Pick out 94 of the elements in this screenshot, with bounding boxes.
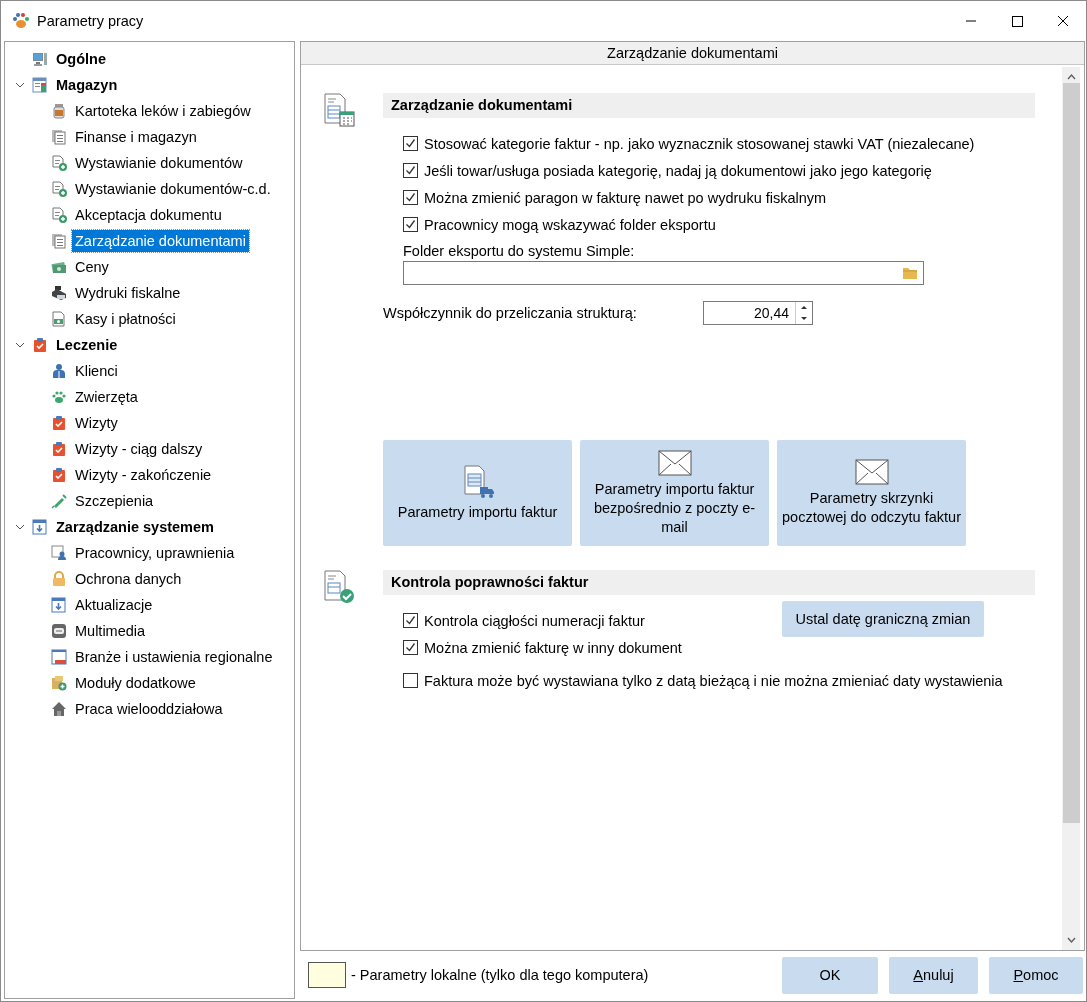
field-label: Folder eksportu do systemu Simple: bbox=[403, 242, 635, 260]
box-plus-icon bbox=[51, 675, 67, 691]
lock-icon bbox=[51, 571, 67, 587]
dialog-button[interactable]: OK bbox=[782, 956, 878, 994]
envelope-icon bbox=[854, 459, 889, 485]
color-swatch bbox=[308, 962, 346, 988]
monitor-icon bbox=[32, 51, 48, 67]
chevron-down-icon[interactable] bbox=[15, 522, 25, 532]
user-card-icon bbox=[51, 545, 67, 561]
document-plus-icon bbox=[51, 181, 67, 197]
tree-item[interactable]: Wizyty - ciąg dalszy bbox=[72, 438, 206, 460]
document-check-icon bbox=[323, 570, 355, 604]
checkbox-label: Można zmienić fakturę w inny dokument bbox=[424, 639, 682, 656]
chevron-down-icon[interactable] bbox=[15, 80, 25, 90]
document-plus-icon bbox=[51, 207, 67, 223]
checkbox-label: Jeśli towar/usługa posiada kategorię, nadaj ją dokumentowi jako jego kategorię bbox=[424, 162, 932, 179]
download-icon bbox=[51, 597, 67, 613]
printer-icon bbox=[51, 285, 67, 301]
checkbox[interactable] bbox=[403, 163, 418, 178]
scroll-down-icon[interactable] bbox=[1066, 936, 1076, 945]
scrollbar[interactable] bbox=[1062, 67, 1080, 950]
checkbox-label: Pracownicy mogą wskazywać folder eksportu bbox=[424, 216, 716, 233]
tree-item[interactable]: Klienci bbox=[72, 360, 121, 382]
tree-item[interactable]: Wizyty - zakończenie bbox=[72, 464, 215, 486]
checkbox[interactable] bbox=[403, 190, 418, 205]
tree-item[interactable]: Ceny bbox=[72, 256, 112, 278]
tree-item[interactable]: Aktualizacje bbox=[72, 594, 156, 616]
clipboard-icon bbox=[51, 467, 67, 483]
chevron-down-icon[interactable] bbox=[15, 340, 25, 350]
tree-item[interactable]: Branże i ustawienia regionalne bbox=[72, 646, 276, 668]
checkbox-label: Kontrola ciągłości numeracji faktur bbox=[424, 612, 645, 629]
tree-item[interactable]: Leczenie bbox=[53, 334, 121, 356]
tree-item[interactable]: Szczepienia bbox=[72, 490, 157, 512]
clipboard-icon bbox=[32, 337, 48, 353]
tree-item[interactable]: Akceptacja dokumentu bbox=[72, 204, 225, 226]
house-icon bbox=[51, 701, 67, 717]
tree-item[interactable]: Wystawianie dokumentów-c.d. bbox=[72, 178, 274, 200]
checkbox[interactable] bbox=[403, 640, 418, 655]
document-icon bbox=[51, 129, 67, 145]
window-icon bbox=[51, 649, 67, 665]
banknotes-icon bbox=[51, 259, 67, 275]
tree-item[interactable]: Finanse i magazyn bbox=[72, 126, 200, 148]
checkbox[interactable] bbox=[403, 217, 418, 232]
document-table-icon bbox=[323, 93, 355, 127]
document-plus-icon bbox=[51, 155, 67, 171]
tree-item[interactable]: Praca wielooddziałowa bbox=[72, 698, 226, 720]
tree-item[interactable]: Multimedia bbox=[72, 620, 149, 642]
legend-text: - Parametry lokalne (tylko dla tego komputera) bbox=[351, 967, 649, 983]
tree-item[interactable]: Ogólne bbox=[53, 48, 109, 70]
dialog-button[interactable]: Anuluj bbox=[889, 956, 978, 994]
field-label: Współczynnik do przeliczania strukturą: bbox=[383, 305, 638, 321]
media-icon bbox=[51, 623, 67, 639]
checkbox-label: Faktura może być wystawiana tylko z datą bieżącą i nie można zmieniać daty wystawienia bbox=[424, 672, 1003, 689]
tree-item[interactable]: Kartoteka leków i zabiegów bbox=[72, 100, 254, 122]
form-icon bbox=[32, 77, 48, 93]
envelope-icon bbox=[657, 449, 692, 476]
input-field[interactable] bbox=[403, 261, 924, 285]
scroll-up-icon[interactable] bbox=[1066, 72, 1076, 81]
download-icon bbox=[32, 519, 48, 535]
tree-item[interactable]: Wydruki fiskalne bbox=[72, 282, 184, 304]
tree-item[interactable]: Zarządzanie dokumentami bbox=[72, 230, 249, 252]
number-field[interactable]: 20,44 bbox=[703, 301, 813, 325]
section-header: Zarządzanie dokumentami bbox=[383, 93, 1035, 118]
set-date-button[interactable]: Ustal datę graniczną zmian bbox=[782, 601, 984, 637]
paw-icon bbox=[51, 389, 67, 405]
checkbox[interactable] bbox=[403, 613, 418, 628]
checkbox[interactable] bbox=[403, 673, 418, 688]
tree-item[interactable]: Zarządzanie systemem bbox=[53, 516, 217, 538]
checkbox-label: Stosować kategorie faktur - np. jako wyznacznik stosowanej stawki VAT (niezalecane) bbox=[424, 135, 975, 152]
tile-button[interactable]: Parametry importu faktur bbox=[383, 440, 572, 546]
window-title: Parametry pracy bbox=[37, 13, 144, 29]
banknote-icon bbox=[51, 311, 67, 327]
tree-item[interactable]: Wystawianie dokumentów bbox=[72, 152, 246, 174]
paw-icon bbox=[11, 12, 29, 30]
section-header: Kontrola poprawności faktur bbox=[383, 570, 1035, 595]
tree-item[interactable]: Ochrona danych bbox=[72, 568, 185, 590]
document-icon bbox=[51, 233, 67, 249]
clipboard-icon bbox=[51, 441, 67, 457]
tree-item[interactable]: Wizyty bbox=[72, 412, 121, 434]
dialog-button[interactable]: Pomoc bbox=[989, 956, 1083, 994]
clipboard-icon bbox=[51, 415, 67, 431]
checkbox-label: Można zmienić paragon w fakturę nawet po wydruku fiskalnym bbox=[424, 189, 827, 206]
tree-item[interactable]: Pracownicy, uprawnienia bbox=[72, 542, 238, 564]
tree-item[interactable]: Magazyn bbox=[53, 74, 121, 96]
person-icon bbox=[51, 363, 67, 379]
tile-button[interactable]: Parametry skrzynki pocztowej do odczytu faktur bbox=[777, 440, 966, 546]
tree-item[interactable]: Kasy i płatności bbox=[72, 308, 179, 330]
tree-item[interactable]: Zwierzęta bbox=[72, 386, 141, 408]
jar-icon bbox=[51, 103, 67, 119]
tree-item[interactable]: Moduły dodatkowe bbox=[72, 672, 199, 694]
panel-title: Zarządzanie dokumentami bbox=[301, 42, 1084, 65]
tile-button[interactable]: Parametry importu faktur bezpośrednio z poczty e-mail bbox=[580, 440, 769, 546]
checkbox[interactable] bbox=[403, 136, 418, 151]
syringe-icon bbox=[51, 493, 67, 509]
